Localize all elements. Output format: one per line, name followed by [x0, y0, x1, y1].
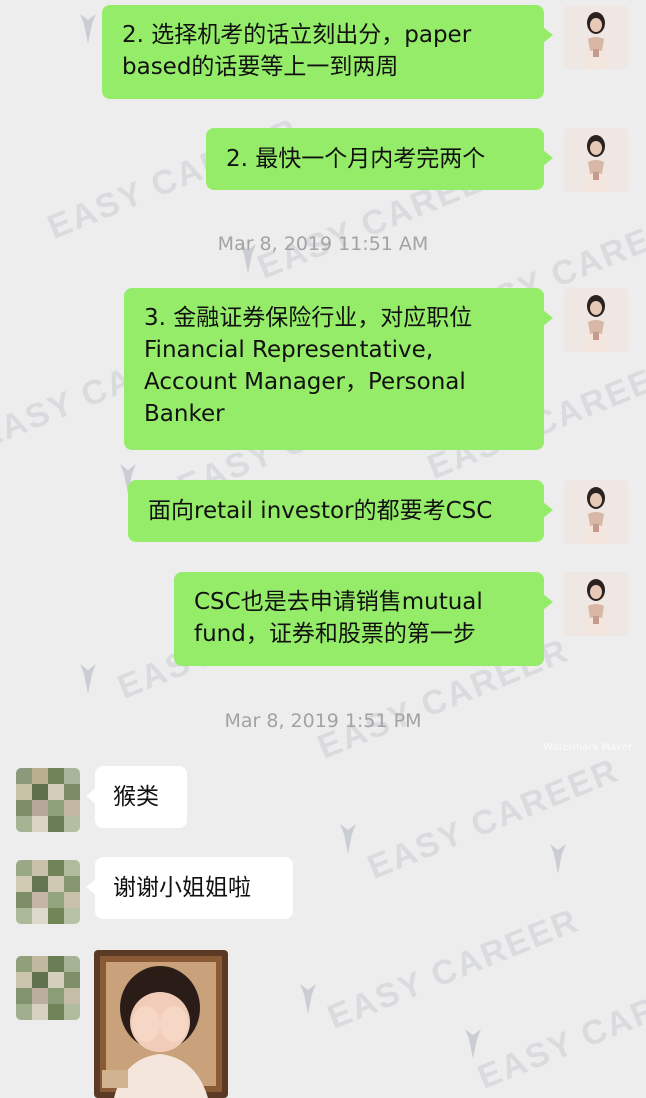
- tie-logo-icon: [550, 844, 566, 874]
- avatar[interactable]: [564, 5, 628, 69]
- message-bubble-sent[interactable]: 2. 选择机考的话立刻出分，paper based的话要等上一到两周: [102, 5, 553, 99]
- avatar-photo-icon: [564, 572, 628, 636]
- watermark-text: EASY CAREER: [472, 961, 646, 1097]
- tie-logo-icon: [300, 984, 316, 1014]
- watermark-text: EASY CAREER: [322, 901, 585, 1037]
- tie-logo-icon: [340, 824, 356, 854]
- avatar-photo-icon: [564, 288, 628, 352]
- sticker-image[interactable]: [94, 950, 228, 1098]
- message-bubble-received[interactable]: 猴类: [86, 766, 187, 828]
- mosaic-avatar-icon: [16, 956, 80, 1020]
- tie-logo-icon: [465, 1029, 481, 1059]
- avatar[interactable]: [564, 128, 628, 192]
- avatar-photo-icon: [564, 480, 628, 544]
- crying-child-sticker-icon: [94, 950, 228, 1098]
- message-bubble-received[interactable]: 谢谢小姐姐啦: [86, 857, 293, 919]
- avatar-photo-icon: [564, 128, 628, 192]
- mosaic-avatar-icon: [16, 860, 80, 924]
- avatar[interactable]: [564, 480, 628, 544]
- avatar[interactable]: [564, 572, 628, 636]
- timestamp: Mar 8, 2019 1:51 PM: [224, 710, 422, 732]
- timestamp: Mar 8, 2019 11:51 AM: [217, 233, 429, 255]
- avatar[interactable]: [16, 956, 80, 1020]
- mosaic-avatar-icon: [16, 768, 80, 832]
- message-bubble-sent[interactable]: CSC也是去申请销售mutual fund，证券和股票的第一步: [174, 572, 553, 666]
- avatar[interactable]: [564, 288, 628, 352]
- message-bubble-sent[interactable]: 面向retail investor的都要考CSC: [128, 480, 553, 542]
- message-bubble-sent[interactable]: 2. 最快一个月内考完两个: [206, 128, 553, 190]
- avatar[interactable]: [16, 860, 80, 924]
- watermark-maker-label: Watermark Maker: [543, 742, 632, 753]
- avatar-photo-icon: [564, 5, 628, 69]
- message-bubble-sent[interactable]: 3. 金融证券保险行业，对应职位 Financial Representativ…: [124, 288, 553, 450]
- avatar[interactable]: [16, 768, 80, 832]
- tie-logo-icon: [80, 14, 96, 44]
- watermark-text: EASY CAREER: [362, 751, 625, 887]
- tie-logo-icon: [80, 664, 96, 694]
